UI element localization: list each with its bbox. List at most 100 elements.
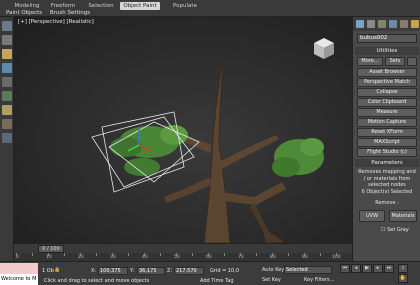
select-icon[interactable] — [2, 35, 12, 45]
status-bar: Welcome to M 1 Ob 🔒 X: 100,375 Y: 36,175… — [0, 261, 420, 285]
x-label: X: — [91, 268, 97, 274]
utility-flight-studio[interactable]: Flight Studio (c) — [357, 148, 417, 157]
add-time-tag-button[interactable]: Add Time Tag — [200, 278, 234, 284]
utility-maxscript[interactable]: MAXScript — [357, 138, 417, 147]
command-panel: bubus002 Utilities More... Sets Asset Br… — [352, 17, 420, 285]
prompt-line: Click and drag to select and move object… — [44, 278, 150, 284]
object-icon[interactable] — [2, 91, 12, 101]
ruler-tick — [336, 253, 337, 256]
hierarchy-tab-icon[interactable] — [378, 20, 386, 28]
go-to-start-icon[interactable]: ⏮ — [340, 264, 350, 273]
uvw-button[interactable]: UVW — [359, 210, 385, 222]
ruler-tick — [144, 253, 145, 256]
set-gray-checkbox[interactable]: ☐ Set Gray — [381, 227, 409, 233]
ruler-tick — [160, 253, 161, 256]
utility-motion-capture[interactable]: Motion Capture — [357, 118, 417, 127]
utility-measure[interactable]: Measure — [357, 108, 417, 117]
ribbon: Modeling Freeform Selection Object Paint… — [0, 0, 420, 17]
parameters-header[interactable]: Parameters — [355, 159, 419, 167]
command-panel-tabs — [353, 17, 420, 31]
sets-button[interactable]: Sets — [385, 57, 405, 66]
utility-color-clipboard[interactable]: Color Clipboard — [357, 98, 417, 107]
previous-frame-icon[interactable]: ◂ — [351, 264, 361, 273]
utility-reset-xform[interactable]: Reset XForm — [357, 128, 417, 137]
utilities-header[interactable]: Utilities — [355, 47, 419, 55]
ribbon-subtabs: Paint Objects Brush Settings — [6, 10, 96, 16]
set-key-button[interactable]: Set Key — [262, 277, 281, 283]
selection-count: 1 Ob — [42, 268, 54, 274]
configure-sets-icon[interactable] — [407, 57, 417, 66]
ruler-tick — [208, 253, 209, 256]
utility-collapse[interactable]: Collapse — [357, 88, 417, 97]
parameters-description: Removes mapping and / or materials from … — [358, 169, 416, 188]
y-label: Y: — [130, 268, 135, 274]
maxscript-output[interactable] — [0, 263, 38, 274]
ruler-tick — [240, 253, 241, 256]
next-frame-icon[interactable]: ▸ — [373, 264, 383, 273]
ruler-tick — [224, 253, 225, 256]
grid-size: Grid = 10,0 — [210, 268, 239, 274]
utility-asset-browser[interactable]: Asset Browser — [357, 68, 417, 77]
ruler-tick — [320, 253, 321, 256]
tab-modeling[interactable]: Modeling — [12, 2, 42, 10]
subtab-brush-settings[interactable]: Brush Settings — [50, 10, 90, 16]
key-mode-dropdown[interactable]: Selected — [284, 266, 332, 274]
z-coordinate-field[interactable]: 217,570 — [174, 267, 204, 275]
ruler-tick — [288, 253, 289, 256]
lock-icon[interactable]: 🔒 — [54, 267, 60, 273]
maxscript-input[interactable]: Welcome to M — [0, 274, 38, 285]
utilities-tab-icon[interactable] — [411, 20, 419, 28]
ruler-tick — [16, 253, 17, 256]
play-icon[interactable]: ▶ — [362, 264, 372, 273]
ruler-tick — [304, 253, 305, 256]
track-bar[interactable]: 0 10 20 30 40 50 60 70 80 90 100 — [14, 253, 352, 261]
ruler-tick — [32, 253, 33, 256]
tab-freeform[interactable]: Freeform — [48, 2, 78, 10]
display-tab-icon[interactable] — [400, 20, 408, 28]
time-slider[interactable]: 0 / 100 — [38, 245, 64, 253]
modify-tab-icon[interactable] — [367, 20, 375, 28]
scene-render — [91, 38, 334, 243]
materials-button[interactable]: Materials — [389, 210, 417, 222]
tab-populate[interactable]: Populate — [170, 2, 200, 10]
ruler-tick — [128, 253, 129, 256]
key-filters-button[interactable]: Key Filters... — [304, 277, 334, 283]
viewport-perspective[interactable]: [+] [Perspective] [Realistic] — [14, 17, 352, 243]
ruler-tick — [64, 253, 65, 256]
utility-perspective-match[interactable]: Perspective Match — [357, 78, 417, 87]
pan-icon[interactable]: ✋ — [398, 274, 408, 283]
display-icon[interactable] — [2, 77, 12, 87]
scene-explorer-icon[interactable] — [2, 21, 12, 31]
create-tab-icon[interactable] — [356, 20, 364, 28]
time-slider-bar: 0 / 100 — [14, 243, 352, 253]
ruler-tick — [80, 253, 81, 256]
camera-icon[interactable] — [2, 119, 12, 129]
viewport-label[interactable]: [+] [Perspective] [Realistic] — [18, 19, 94, 25]
more-button[interactable]: More... — [357, 57, 383, 66]
auto-key-button[interactable]: Auto Key — [262, 267, 284, 273]
tool-icon[interactable] — [2, 133, 12, 143]
y-coordinate-field[interactable]: 36,175 — [137, 267, 165, 275]
motion-tab-icon[interactable] — [389, 20, 397, 28]
go-to-end-icon[interactable]: ⏭ — [384, 264, 394, 273]
tab-selection[interactable]: Selection — [86, 2, 116, 10]
object-name-field[interactable]: bubus002 — [357, 34, 417, 43]
selected-count: 6 Object(s) Selected — [361, 189, 413, 195]
ruler-tick — [96, 253, 97, 256]
subtab-paint-objects[interactable]: Paint Objects — [6, 10, 42, 16]
remove-label: Remove : — [375, 200, 399, 206]
ruler-tick — [176, 253, 177, 256]
filter-icon[interactable] — [2, 63, 12, 73]
set-gray-label: Set Gray — [387, 227, 409, 233]
layers-icon[interactable] — [2, 49, 12, 59]
tab-object-paint[interactable]: Object Paint — [120, 2, 160, 10]
light-icon[interactable] — [2, 105, 12, 115]
zoom-icon[interactable]: ⌕ — [398, 264, 408, 273]
x-coordinate-field[interactable]: 100,375 — [98, 267, 128, 275]
ruler-tick — [48, 253, 49, 256]
ruler-tick — [112, 253, 113, 256]
left-toolbar — [0, 17, 14, 285]
z-label: Z: — [167, 268, 173, 274]
ruler-tick — [256, 253, 257, 256]
maxscript-listener[interactable]: Welcome to M — [0, 263, 38, 285]
